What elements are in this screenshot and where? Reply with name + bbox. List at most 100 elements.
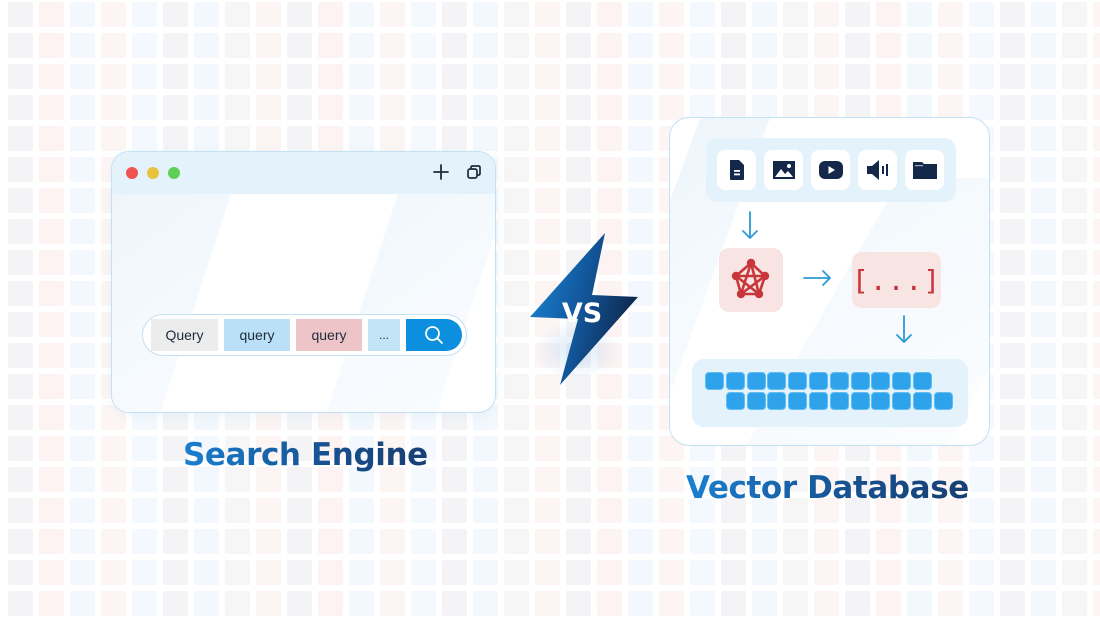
background-tile	[39, 219, 64, 244]
background-tile	[473, 2, 498, 27]
background-tile	[1062, 126, 1087, 151]
background-tile	[535, 2, 560, 27]
background-tile	[318, 64, 343, 89]
background-tile	[1062, 188, 1087, 213]
close-dot[interactable]	[126, 167, 138, 179]
background-tile	[1000, 126, 1025, 151]
background-tile	[535, 64, 560, 89]
background-tile	[132, 33, 157, 58]
copy-icon[interactable]	[464, 162, 484, 182]
background-tile	[380, 591, 405, 616]
background-tile	[287, 498, 312, 523]
background-tile	[1031, 95, 1056, 120]
background-tile	[70, 2, 95, 27]
background-tile	[814, 33, 839, 58]
background-tile	[845, 591, 870, 616]
background-tile	[8, 281, 33, 306]
background-tile	[70, 188, 95, 213]
background-tile	[1093, 33, 1100, 58]
background-tile	[380, 529, 405, 554]
background-tile	[535, 498, 560, 523]
background-tile	[442, 95, 467, 120]
background-tile	[1062, 312, 1087, 337]
background-tile	[442, 64, 467, 89]
background-tile	[535, 95, 560, 120]
background-tile	[690, 2, 715, 27]
background-tile	[845, 64, 870, 89]
background-tile	[566, 64, 591, 89]
background-tile	[1062, 374, 1087, 399]
background-tile	[411, 498, 436, 523]
background-tile	[132, 560, 157, 585]
minimize-dot[interactable]	[147, 167, 159, 179]
background-tile	[1000, 405, 1025, 430]
background-tile	[194, 33, 219, 58]
background-tile	[1000, 343, 1025, 368]
background-tile	[1093, 64, 1100, 89]
search-button[interactable]	[406, 319, 462, 351]
background-tile	[1000, 157, 1025, 182]
background-tile	[907, 64, 932, 89]
background-tile	[1000, 33, 1025, 58]
background-tile	[256, 64, 281, 89]
background-tile	[70, 436, 95, 461]
background-tile	[70, 157, 95, 182]
background-tile	[8, 126, 33, 151]
background-tile	[411, 591, 436, 616]
background-tile	[194, 560, 219, 585]
background-tile	[535, 405, 560, 430]
background-tile	[8, 188, 33, 213]
background-tile	[504, 126, 529, 151]
vector-label: [...]	[851, 263, 942, 297]
background-tile	[8, 95, 33, 120]
background-tile	[101, 560, 126, 585]
background-tile	[659, 33, 684, 58]
vector-cell	[725, 372, 745, 390]
search-engine-window: Query query query ...	[111, 151, 496, 413]
background-tile	[721, 529, 746, 554]
background-tile	[39, 281, 64, 306]
background-tile	[535, 33, 560, 58]
background-tile	[504, 95, 529, 120]
background-tile	[628, 126, 653, 151]
background-tile	[535, 157, 560, 182]
background-tile	[473, 529, 498, 554]
background-tile	[163, 95, 188, 120]
source-folder	[905, 150, 944, 190]
background-tile	[132, 2, 157, 27]
search-bar[interactable]: Query query query ...	[142, 314, 467, 356]
background-tile	[442, 2, 467, 27]
background-tile	[752, 560, 777, 585]
background-tile	[1000, 529, 1025, 554]
background-tile	[473, 95, 498, 120]
folder-icon	[912, 162, 937, 179]
background-tile	[876, 33, 901, 58]
plus-icon[interactable]	[431, 162, 451, 182]
background-tile	[752, 529, 777, 554]
background-tile	[349, 591, 374, 616]
vector-storage	[692, 359, 968, 427]
background-tile	[39, 95, 64, 120]
background-tile	[814, 560, 839, 585]
background-tile	[1062, 560, 1087, 585]
background-tile	[194, 2, 219, 27]
data-sources-row	[706, 138, 956, 202]
background-tile	[504, 188, 529, 213]
background-tile	[39, 64, 64, 89]
background-tile	[442, 467, 467, 492]
background-tile	[225, 64, 250, 89]
background-tile	[39, 250, 64, 275]
background-tile	[1031, 281, 1056, 306]
background-tile	[349, 33, 374, 58]
background-tile	[380, 33, 405, 58]
background-tile	[659, 467, 684, 492]
background-tile	[907, 33, 932, 58]
background-tile	[1031, 250, 1056, 275]
vector-cell	[746, 392, 766, 410]
background-tile	[907, 529, 932, 554]
background-tile	[256, 529, 281, 554]
background-tile	[938, 529, 963, 554]
background-tile	[969, 467, 994, 492]
maximize-dot[interactable]	[168, 167, 180, 179]
background-tile	[1031, 591, 1056, 616]
